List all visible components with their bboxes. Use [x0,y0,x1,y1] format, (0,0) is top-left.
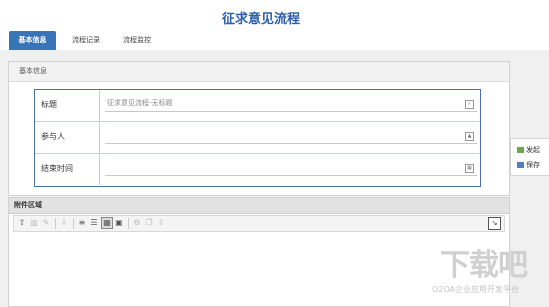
form-row-title: 标题 征求意见流程-无标题 ✓ [35,90,480,122]
attachment-header: 附件区域 [9,198,509,214]
watermark-text: O2OA企业应用开发平台 [432,285,520,294]
download-icon[interactable]: ⇩ [59,218,69,228]
save-button[interactable]: 保存 [517,160,540,170]
participants-input[interactable] [105,128,477,144]
expand-icon[interactable]: ↘ [488,217,501,230]
tab-basic-info[interactable]: 基本信息 [9,31,56,50]
list-view-icon[interactable]: ≡ [77,218,87,228]
side-action-panel: 发起 保存 [510,138,549,176]
end-time-input[interactable] [105,160,477,176]
toolbar-separator [128,218,129,229]
divider [99,122,100,153]
checkbox-icon[interactable]: ✓ [465,100,474,109]
person-picker-icon[interactable]: ▲ [465,132,474,141]
info-form: 标题 征求意见流程-无标题 ✓ 参与人 ▲ 结束时间 ▦ [34,89,481,187]
tab-process-record[interactable]: 流程记录 [66,31,106,50]
divider [99,154,100,185]
toolbar-separator [73,218,74,229]
form-row-participants: 参与人 ▲ [35,122,480,154]
attachment-toolbar: ⇧ ▥ ✎ ⇩ ≡ ☰ ▦ ▣ ⚙ ❐ ⇳ ↘ [13,215,505,232]
divider [99,90,100,121]
detail-view-icon[interactable]: ☰ [89,218,99,228]
settings-icon[interactable]: ⚙ [132,218,142,228]
upload-icon[interactable]: ⇧ [17,218,27,228]
thumbnail-view-icon[interactable]: ▦ [101,217,113,229]
tab-bar: 基本信息 流程记录 流程监控 [0,30,549,81]
submit-button[interactable]: 发起 [517,145,540,155]
toolbar-separator [55,218,56,229]
title-bar: 征求意见流程 [0,0,549,30]
save-icon [517,162,524,168]
copy-icon[interactable]: ❐ [144,218,154,228]
image-view-icon[interactable]: ▣ [114,218,124,228]
save-label: 保存 [526,161,540,169]
submit-icon [517,147,524,153]
calendar-icon[interactable]: ▦ [465,164,474,173]
edit-icon[interactable]: ✎ [41,218,51,228]
title-label: 标题 [41,100,57,109]
move-icon[interactable]: ⇳ [156,218,166,228]
basic-info-panel: 基本信息 标题 征求意见流程-无标题 ✓ 参与人 ▲ 结束时间 ▦ [8,61,510,196]
form-row-end-time: 结束时间 ▦ [35,154,480,185]
watermark-logo: 下载吧 [440,248,528,283]
page-title: 征求意见流程 [222,12,301,27]
tab-process-monitor[interactable]: 流程监控 [116,31,158,50]
title-input[interactable]: 征求意见流程-无标题 [105,96,477,112]
end-time-label: 结束时间 [41,164,73,173]
submit-label: 发起 [526,146,540,154]
panel-header: 基本信息 [9,62,509,82]
participants-label: 参与人 [41,132,65,141]
delete-icon[interactable]: ▥ [29,218,39,228]
